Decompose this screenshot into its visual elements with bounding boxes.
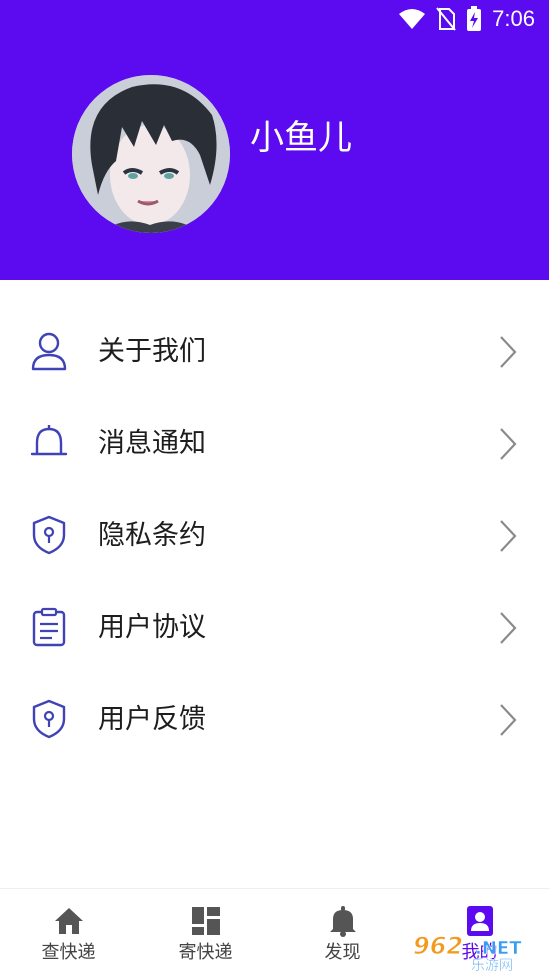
tab-label: 查快递 [41, 942, 96, 963]
settings-menu: 关于我们 消息通知 隐私条约 用户协议 用户反馈 [0, 308, 549, 768]
no-sim-icon [436, 7, 456, 31]
svg-text:.NET: .NET [475, 938, 522, 959]
tab-discover[interactable]: 发现 [274, 889, 411, 977]
chevron-right-icon [500, 428, 517, 460]
wifi-icon [399, 9, 426, 29]
home-icon [54, 908, 83, 934]
menu-item-label: 隐私条约 [98, 520, 206, 551]
tab-label: 寄快递 [178, 942, 233, 963]
username: 小鱼儿 [250, 118, 352, 158]
menu-item-label: 用户反馈 [98, 704, 206, 735]
bell-icon [30, 425, 68, 456]
menu-item-notifications[interactable]: 消息通知 [0, 400, 549, 492]
profile-header: 7:06 小鱼儿 [0, 0, 549, 280]
menu-item-label: 关于我们 [98, 336, 206, 367]
tab-send-express[interactable]: 寄快递 [137, 889, 274, 977]
shield-icon [32, 699, 66, 739]
menu-item-about-us[interactable]: 关于我们 [0, 308, 549, 400]
status-time: 7:06 [492, 6, 535, 31]
grid-icon [191, 907, 220, 935]
battery-charging-icon [467, 6, 482, 31]
menu-item-label: 消息通知 [98, 428, 206, 459]
menu-item-user-agreement[interactable]: 用户协议 [0, 584, 549, 676]
status-bar: 7:06 [0, 0, 549, 36]
menu-item-label: 用户协议 [98, 612, 206, 643]
tab-track-express[interactable]: 查快递 [0, 889, 137, 977]
clipboard-icon [32, 607, 66, 647]
chevron-right-icon [500, 520, 517, 552]
user-icon [31, 332, 67, 371]
chevron-right-icon [500, 704, 517, 736]
shield-icon [32, 515, 66, 555]
watermark-logo: 962 .NET 乐游网 [413, 932, 523, 973]
svg-text:962: 962 [413, 932, 463, 960]
menu-item-privacy[interactable]: 隐私条约 [0, 492, 549, 584]
menu-item-feedback[interactable]: 用户反馈 [0, 676, 549, 768]
avatar[interactable] [72, 75, 230, 233]
chevron-right-icon [500, 612, 517, 644]
chevron-right-icon [500, 336, 517, 368]
svg-text:乐游网: 乐游网 [471, 958, 513, 972]
tab-label: 发现 [324, 942, 361, 963]
bell-icon [329, 906, 356, 937]
